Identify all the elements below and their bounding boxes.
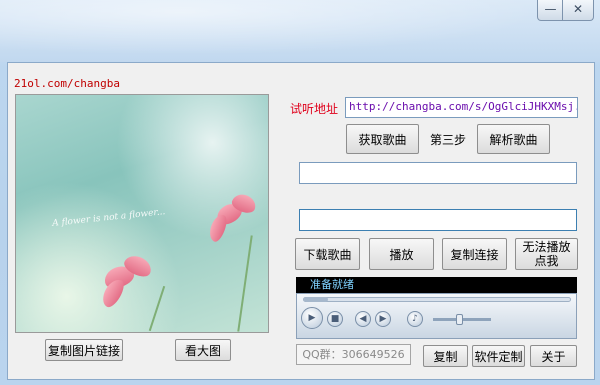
close-button[interactable]: ✕	[562, 0, 594, 21]
player-controls: ▶ ■ ◀ ▶ ♪	[296, 293, 577, 339]
parse-song-button[interactable]: 解析歌曲	[477, 124, 550, 154]
play-icon[interactable]: ▶	[301, 307, 323, 329]
previous-icon[interactable]: ◀	[355, 311, 371, 327]
cover-image: A flower is not a flower...	[15, 94, 269, 333]
play-button[interactable]: 播放	[369, 238, 434, 270]
get-song-button[interactable]: 获取歌曲	[346, 124, 419, 154]
flower-stem	[237, 235, 253, 332]
listen-url-label: 试听地址	[290, 102, 339, 116]
step-three-label: 第三步	[430, 133, 467, 147]
stop-icon[interactable]: ■	[327, 311, 343, 327]
cover-overlay-text: A flower is not a flower...	[51, 207, 166, 229]
song-info-field[interactable]	[299, 162, 577, 184]
download-url-field[interactable]	[299, 209, 577, 231]
media-player: 准备就绪 ▶ ■ ◀ ▶ ♪	[296, 277, 577, 339]
seek-bar[interactable]	[303, 297, 571, 302]
volume-knob[interactable]	[456, 314, 463, 325]
copy-image-link-button[interactable]: 复制图片链接	[45, 339, 123, 361]
about-button[interactable]: 关于	[530, 345, 577, 367]
player-status: 准备就绪	[296, 277, 577, 293]
customize-button[interactable]: 软件定制	[472, 345, 525, 367]
listen-url-input[interactable]: http://changba.com/s/OgGlciJHKXMsj.	[345, 97, 578, 118]
flower-stem	[148, 285, 166, 332]
mute-icon[interactable]: ♪	[407, 311, 423, 327]
flower-petal	[98, 276, 128, 310]
view-large-image-button[interactable]: 看大图	[175, 339, 231, 361]
flower-petal	[206, 212, 230, 244]
copy-button[interactable]: 复制	[423, 345, 468, 367]
window-titlebar	[0, 0, 600, 62]
next-icon[interactable]: ▶	[375, 311, 391, 327]
volume-slider[interactable]	[433, 314, 491, 325]
seek-knob[interactable]	[304, 297, 328, 302]
cannot-play-button[interactable]: 无法播放点我	[515, 238, 578, 270]
qq-group-label: QQ群：306649526	[296, 344, 411, 365]
minimize-button[interactable]: —	[537, 0, 564, 21]
copy-link-button[interactable]: 复制连接	[442, 238, 507, 270]
site-label: 21ol.com/changba	[14, 77, 120, 90]
download-song-button[interactable]: 下载歌曲	[295, 238, 360, 270]
